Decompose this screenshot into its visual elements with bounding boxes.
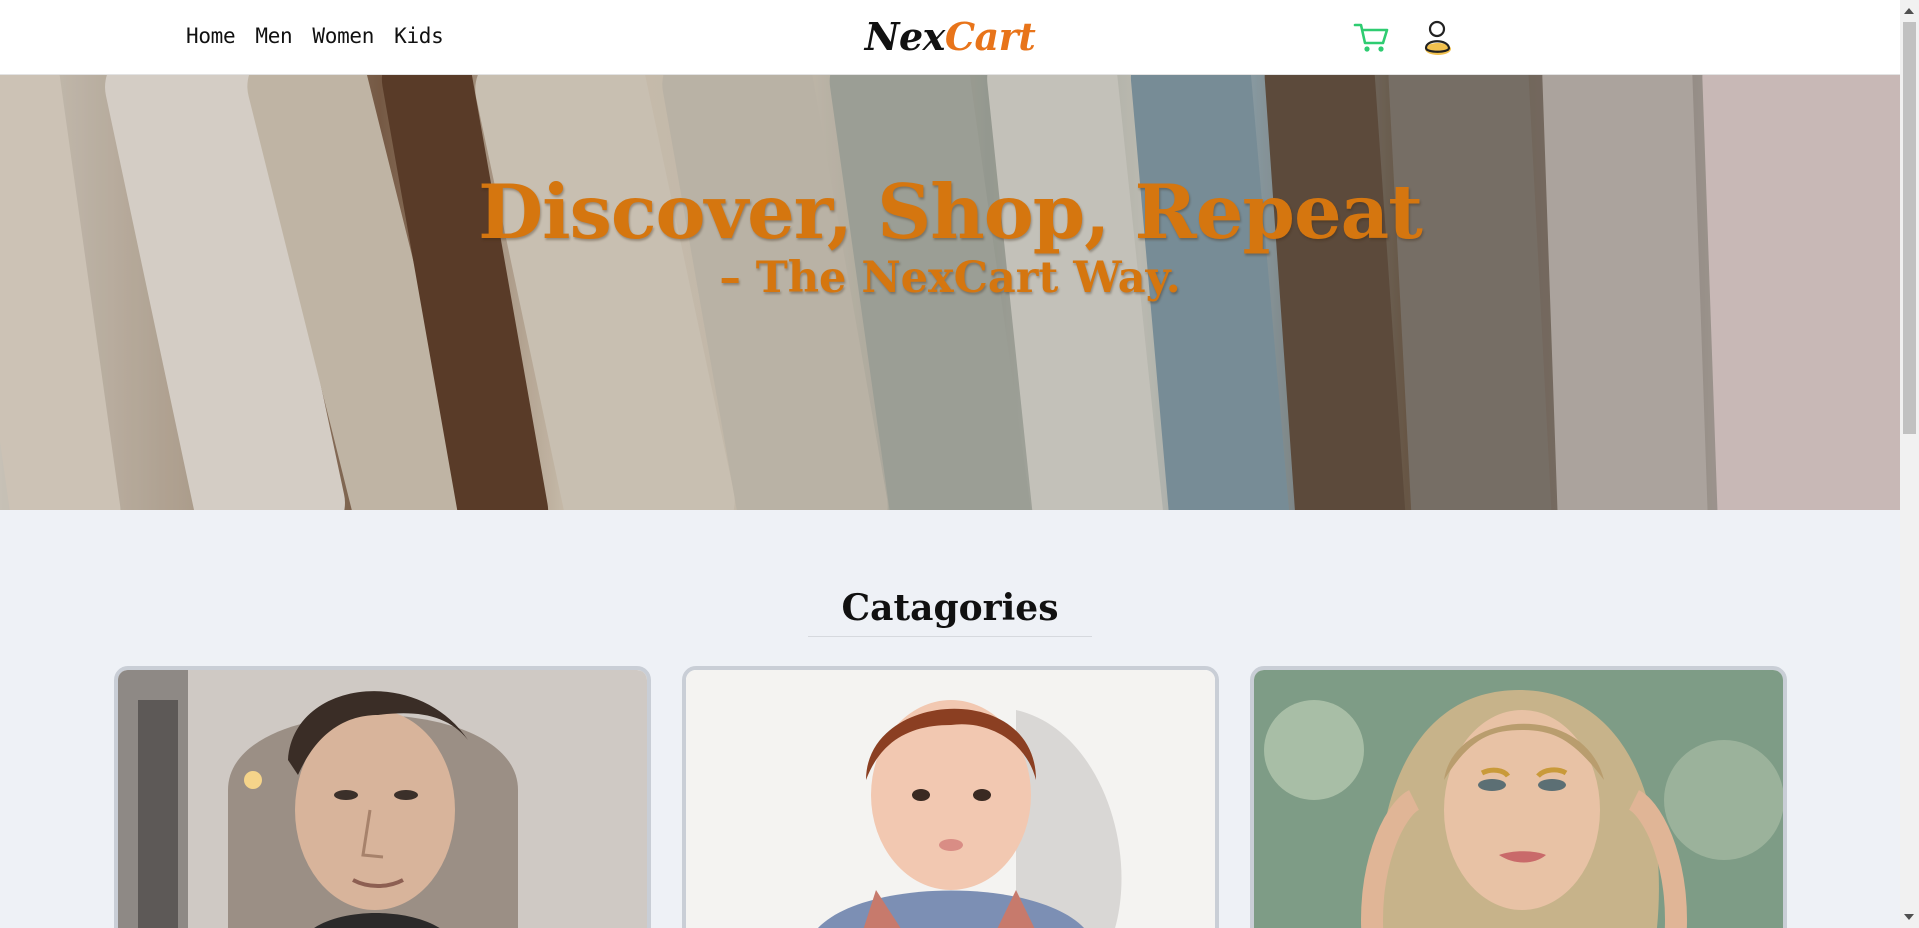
hero-subtitle: – The NexCart Way. (719, 253, 1181, 303)
site-logo[interactable]: NexCart (0, 14, 1900, 59)
cart-icon (1353, 23, 1389, 52)
title-divider (808, 636, 1092, 637)
cart-button[interactable] (1352, 18, 1392, 58)
scrollbar-thumb[interactable] (1903, 22, 1916, 434)
category-card-women[interactable] (1250, 666, 1787, 928)
category-card-men[interactable] (114, 666, 651, 928)
scroll-down-arrow-icon[interactable] (1904, 914, 1914, 920)
logo-nex: Nex (864, 14, 946, 59)
kids-category-image (686, 670, 1215, 928)
category-cards (0, 666, 1900, 928)
logo-cart: Cart (944, 14, 1036, 59)
top-navbar: Home Men Women Kids NexCart (0, 0, 1900, 75)
nav-actions (1352, 18, 1458, 58)
user-icon (1424, 20, 1451, 55)
men-category-image (118, 670, 647, 928)
category-card-kids[interactable] (682, 666, 1219, 928)
scroll-up-arrow-icon[interactable] (1904, 8, 1914, 14)
hero-title: Discover, Shop, Repeat (478, 168, 1423, 256)
women-category-image (1254, 670, 1783, 928)
categories-title: Catagories (841, 587, 1059, 629)
account-button[interactable] (1418, 18, 1458, 58)
hero-banner: Discover, Shop, Repeat – The NexCart Way… (0, 75, 1900, 510)
page: Home Men Women Kids NexCart Discover, Sh… (0, 0, 1900, 928)
vertical-scrollbar[interactable] (1900, 0, 1919, 928)
